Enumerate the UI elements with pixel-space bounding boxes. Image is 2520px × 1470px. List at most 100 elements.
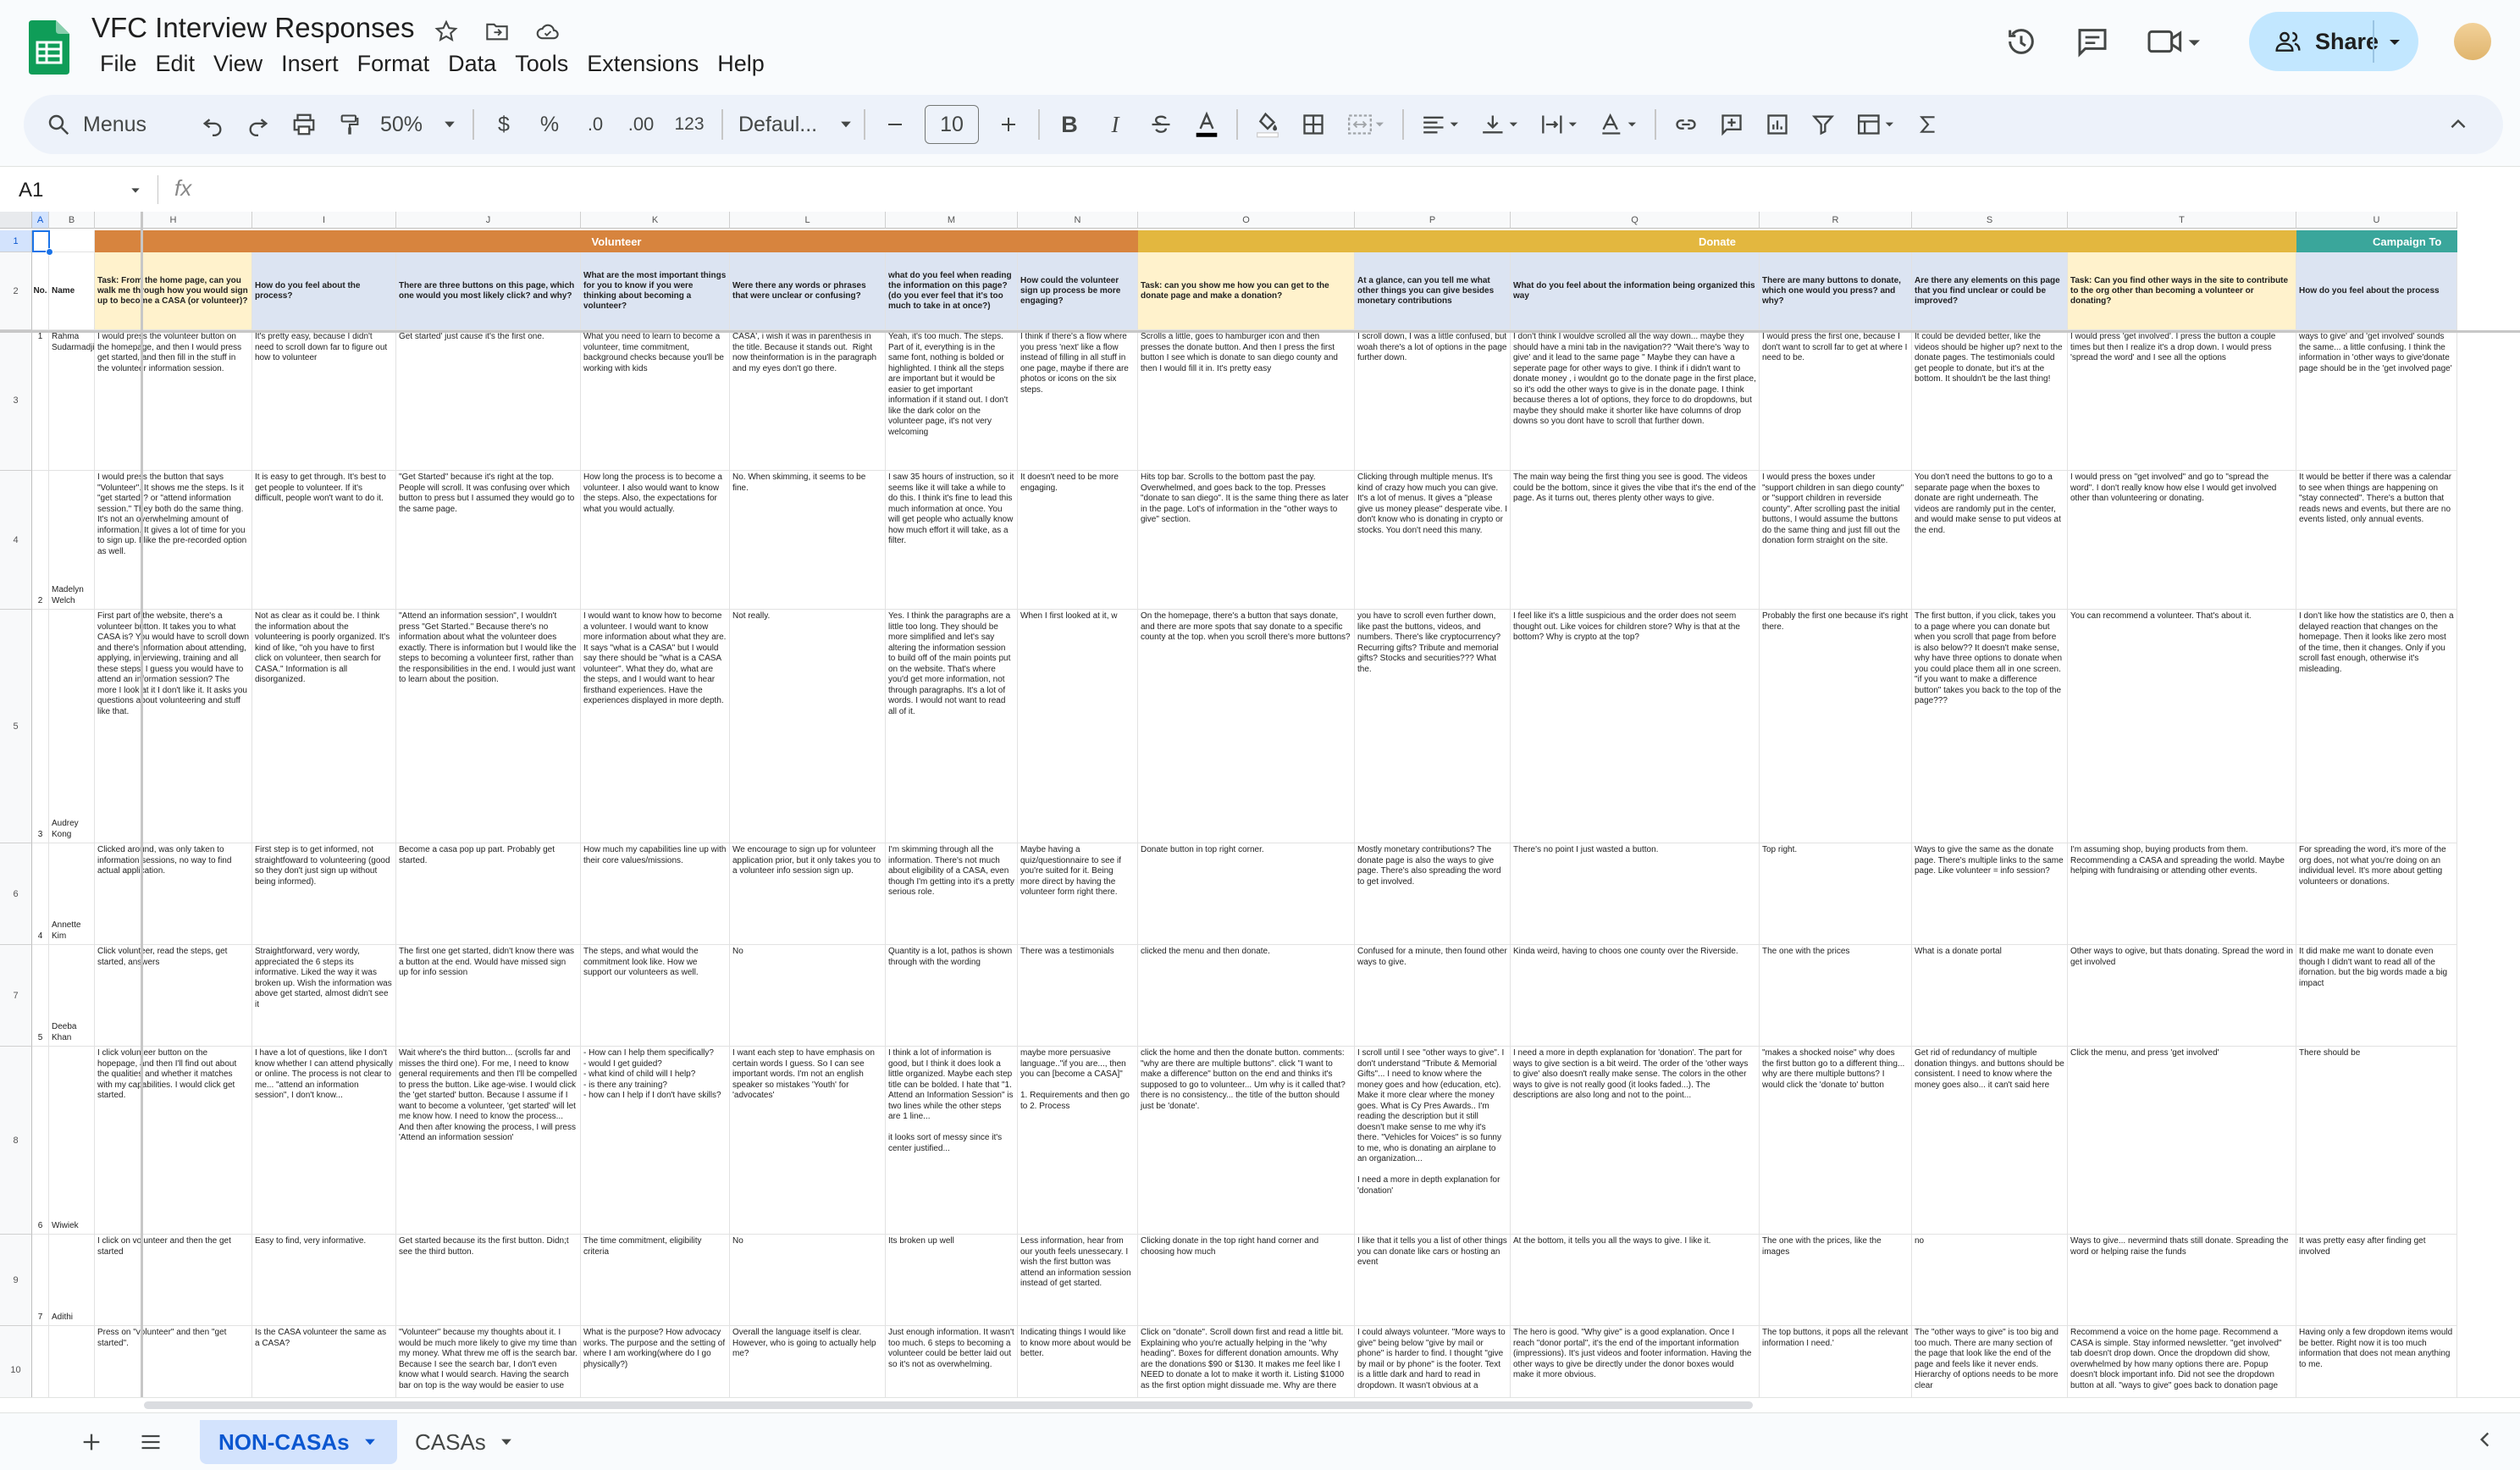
table-cell[interactable]: I don't think I wouldve scrolled all the…: [1511, 330, 1760, 471]
table-cell[interactable]: Probably the first one because it's righ…: [1760, 610, 1912, 843]
column-header-b[interactable]: B: [49, 212, 95, 229]
table-cell[interactable]: maybe more persuasive language.."if you …: [1018, 1047, 1138, 1235]
table-cell[interactable]: Not as clear as it could be. I think the…: [252, 610, 396, 843]
row-number[interactable]: 7: [32, 1235, 49, 1326]
table-cell[interactable]: The first one get started, didn't know t…: [396, 945, 581, 1047]
add-sheet-icon[interactable]: [75, 1425, 108, 1459]
table-cell[interactable]: I like that it tells you a list of other…: [1355, 1235, 1511, 1326]
table-cell[interactable]: How much my capabilities line up with th…: [581, 843, 730, 945]
header-question[interactable]: what do you feel when reading the inform…: [886, 252, 1018, 330]
column-header-a[interactable]: A: [32, 212, 49, 229]
table-cell[interactable]: What is a donate portal: [1912, 945, 2068, 1047]
table-cell[interactable]: I scroll down, I was a little confused, …: [1355, 330, 1511, 471]
column-header-s[interactable]: S: [1912, 212, 2068, 229]
column-header-m[interactable]: M: [886, 212, 1018, 229]
row-header-7[interactable]: 7: [0, 945, 32, 1047]
insert-link-icon[interactable]: [1663, 102, 1709, 146]
table-cell[interactable]: First part of the website, there's a vol…: [95, 610, 252, 843]
share-button[interactable]: Share: [2249, 12, 2418, 71]
row-header-5[interactable]: 5: [0, 610, 32, 843]
table-cell[interactable]: you have to scroll even further down, li…: [1355, 610, 1511, 843]
row-number[interactable]: 4: [32, 843, 49, 945]
participant-name[interactable]: Madelyn Welch: [49, 471, 95, 610]
menu-view[interactable]: View: [205, 49, 271, 79]
table-cell[interactable]: Clicking donate in the top right hand co…: [1138, 1235, 1355, 1326]
star-icon[interactable]: [430, 15, 462, 47]
horizontal-align-icon[interactable]: [1411, 102, 1470, 146]
table-cell[interactable]: Mostly monetary contributions? The donat…: [1355, 843, 1511, 945]
fill-color-icon[interactable]: [1245, 102, 1290, 146]
zoom-select[interactable]: 50%: [373, 102, 466, 146]
filter-icon[interactable]: [1800, 102, 1846, 146]
table-cell[interactable]: I would press the volunteer button on th…: [95, 330, 252, 471]
menu-tools[interactable]: Tools: [506, 49, 577, 79]
table-cell[interactable]: The first button, if you click, takes yo…: [1912, 610, 2068, 843]
column-header-p[interactable]: P: [1355, 212, 1511, 229]
version-history-icon[interactable]: [1998, 19, 2044, 64]
table-cell[interactable]: Ways to give... nevermind thats still do…: [2068, 1235, 2296, 1326]
document-title[interactable]: VFC Interview Responses: [91, 12, 414, 44]
table-cell[interactable]: Scrolls a little, goes to hamburger icon…: [1138, 330, 1355, 471]
table-cell[interactable]: Confused for a minute, then found other …: [1355, 945, 1511, 1047]
insert-comment-icon[interactable]: [1709, 102, 1755, 146]
decrease-decimal-button[interactable]: .0: [572, 102, 618, 146]
bold-button[interactable]: B: [1047, 102, 1092, 146]
print-icon[interactable]: [281, 102, 327, 146]
table-cell[interactable]: The one with the prices, like the images: [1760, 1235, 1912, 1326]
table-cell[interactable]: Hits top bar. Scrolls to the bottom past…: [1138, 471, 1355, 610]
table-cell[interactable]: How long the process is to become a volu…: [581, 471, 730, 610]
row-header-3[interactable]: 3: [0, 330, 32, 471]
table-cell[interactable]: It did make me want to donate even thoug…: [2296, 945, 2457, 1047]
table-cell[interactable]: Get started because its the first button…: [396, 1235, 581, 1326]
participant-name[interactable]: Audrey Kong: [49, 610, 95, 843]
cloud-status-icon[interactable]: [532, 15, 564, 47]
table-cell[interactable]: Get rid of redundancy of multiple donati…: [1912, 1047, 2068, 1235]
column-header-u[interactable]: U: [2296, 212, 2457, 229]
table-cell[interactable]: It is easy to get through. It's best to …: [252, 471, 396, 610]
row-number[interactable]: 2: [32, 471, 49, 610]
search-menus[interactable]: Menus: [46, 102, 190, 146]
table-cell[interactable]: "Get Started" because it's right at the …: [396, 471, 581, 610]
table-cell[interactable]: Straightforward, very wordy, appreciated…: [252, 945, 396, 1047]
table-cell[interactable]: Ways to give the same as the donate page…: [1912, 843, 2068, 945]
table-cell[interactable]: Yeah, it's too much. The steps. Part of …: [886, 330, 1018, 471]
table-cell[interactable]: There was a testimonials: [1018, 945, 1138, 1047]
paint-format-icon[interactable]: [327, 102, 373, 146]
table-cell[interactable]: "makes a shocked noise" why does the fir…: [1760, 1047, 1912, 1235]
frozen-row-divider[interactable]: [0, 330, 2520, 333]
table-cell[interactable]: Less information, hear from our youth fe…: [1018, 1235, 1138, 1326]
sheets-logo-icon[interactable]: [29, 20, 69, 75]
row-number[interactable]: 1: [32, 330, 49, 471]
formula-input[interactable]: [220, 172, 2498, 207]
table-cell[interactable]: ways to give' and 'get involved' sounds …: [2296, 330, 2457, 471]
header-question[interactable]: There are three buttons on this page, wh…: [396, 252, 581, 330]
row-header-1[interactable]: 1: [0, 230, 32, 252]
header-question[interactable]: What do you feel about the information b…: [1511, 252, 1760, 330]
cell-b1[interactable]: [49, 230, 95, 252]
menu-data[interactable]: Data: [439, 49, 505, 79]
move-folder-icon[interactable]: [481, 15, 513, 47]
table-cell[interactable]: Wait where's the third button... (scroll…: [396, 1047, 581, 1235]
currency-button[interactable]: $: [481, 102, 527, 146]
all-sheets-icon[interactable]: [134, 1425, 168, 1459]
functions-icon[interactable]: [1905, 102, 1951, 146]
participant-name[interactable]: Rahma Sudarmadji: [49, 330, 95, 471]
table-cell[interactable]: Get started' just cause it's the first o…: [396, 330, 581, 471]
table-cell[interactable]: I need a more in depth explanation for '…: [1511, 1047, 1760, 1235]
table-cell[interactable]: I would press the button that says "Volu…: [95, 471, 252, 610]
text-color-icon[interactable]: [1184, 102, 1230, 146]
table-cell[interactable]: CASA', i wish it was in parenthesis in t…: [730, 330, 886, 471]
font-size-increase-icon[interactable]: [986, 102, 1031, 146]
merge-cells-icon[interactable]: [1336, 102, 1395, 146]
menu-edit[interactable]: Edit: [147, 49, 204, 79]
vertical-align-icon[interactable]: [1470, 102, 1529, 146]
table-cell[interactable]: Quantity is a lot, pathos is shown throu…: [886, 945, 1018, 1047]
table-cell[interactable]: The steps, and what would the commitment…: [581, 945, 730, 1047]
table-cell[interactable]: I have a lot of questions, like I don't …: [252, 1047, 396, 1235]
insert-chart-icon[interactable]: [1755, 102, 1800, 146]
participant-name[interactable]: Adithi: [49, 1235, 95, 1326]
percent-button[interactable]: %: [527, 102, 572, 146]
collapse-sidebar-icon[interactable]: [2474, 1429, 2496, 1455]
table-cell[interactable]: We encourage to sign up for volunteer ap…: [730, 843, 886, 945]
group-header-campaign-to[interactable]: Campaign To: [2296, 230, 2457, 252]
